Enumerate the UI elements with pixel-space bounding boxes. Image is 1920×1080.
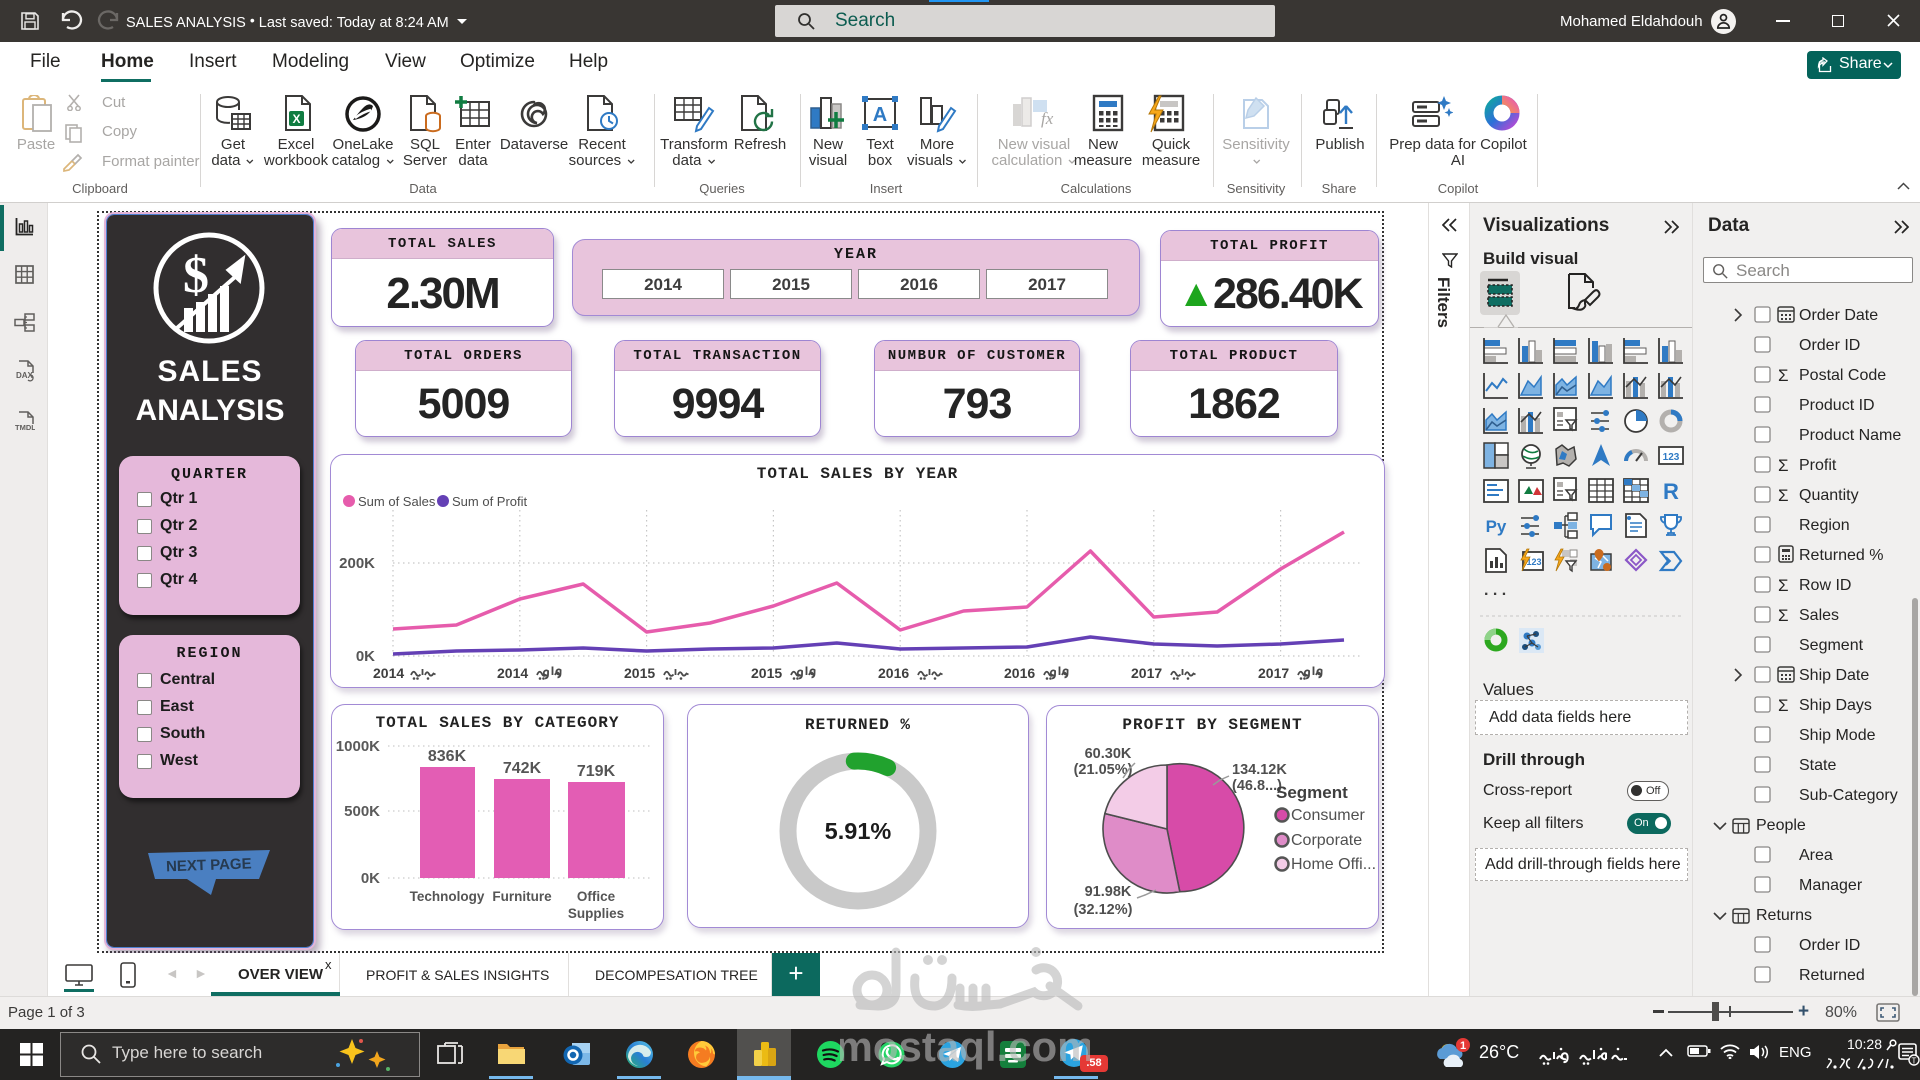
svg-text:Segment: Segment: [1799, 637, 1864, 654]
svg-text:Sum of Sales: Sum of Sales: [358, 494, 436, 509]
svg-text:Ship Mode: Ship Mode: [1799, 727, 1876, 744]
svg-text:Product Name: Product Name: [1799, 427, 1901, 444]
svg-text:X: X: [292, 112, 300, 126]
svg-text:Sales: Sales: [1799, 607, 1839, 624]
svg-text:2017: 2017: [1131, 665, 1162, 681]
svg-text:Postal Code: Postal Code: [1799, 367, 1886, 384]
svg-text:Returned %: Returned %: [1799, 547, 1884, 564]
svg-text:Σ: Σ: [1778, 486, 1789, 505]
svg-text:Row ID: Row ID: [1799, 577, 1851, 594]
svg-text:(46.8...): (46.8...): [1232, 778, 1282, 794]
svg-text:2016: 2016: [878, 665, 909, 681]
svg-text:Σ: Σ: [1778, 366, 1789, 385]
svg-text:Order ID: Order ID: [1799, 337, 1860, 354]
svg-text:People: People: [1756, 817, 1806, 834]
svg-text:Ship Days: Ship Days: [1799, 697, 1872, 714]
svg-text:Product ID: Product ID: [1799, 397, 1875, 414]
svg-text:742K: 742K: [503, 760, 542, 777]
svg-text:Σ: Σ: [1778, 696, 1789, 715]
svg-text:Profit: Profit: [1799, 457, 1837, 474]
svg-text:134.12K: 134.12K: [1232, 762, 1287, 778]
svg-text:0K: 0K: [361, 870, 380, 887]
svg-text:Sub-Category: Sub-Category: [1799, 787, 1898, 804]
svg-text:Office: Office: [577, 889, 616, 904]
svg-text:Furniture: Furniture: [492, 889, 552, 904]
svg-text:2015: 2015: [624, 665, 655, 681]
svg-text:(32.12%): (32.12%): [1074, 902, 1133, 918]
svg-text:Σ: Σ: [1778, 606, 1789, 625]
svg-text:Order Date: Order Date: [1799, 307, 1878, 324]
svg-text:2014: 2014: [497, 665, 528, 681]
svg-text:mostaql.com: mostaql.com: [840, 1023, 1090, 1070]
svg-text:Sum of Profit: Sum of Profit: [452, 494, 528, 509]
svg-text:Area: Area: [1799, 847, 1833, 864]
svg-text:State: State: [1799, 757, 1836, 774]
svg-text:NEXT PAGE: NEXT PAGE: [166, 855, 252, 875]
svg-text:T: T: [1912, 1057, 1917, 1066]
svg-text:Segment: Segment: [1276, 783, 1348, 802]
svg-text:Returned: Returned: [1799, 967, 1865, 984]
svg-text:Home Offi...: Home Offi...: [1291, 856, 1376, 873]
svg-text:Σ: Σ: [1778, 576, 1789, 595]
svg-text:Technology: Technology: [410, 889, 485, 904]
svg-text:Manager: Manager: [1799, 877, 1863, 894]
svg-text:$: $: [183, 247, 209, 304]
svg-text:A: A: [873, 104, 887, 126]
svg-text:. . .: . . .: [1484, 582, 1506, 599]
svg-text:0K: 0K: [356, 648, 375, 665]
svg-text:5.91%: 5.91%: [825, 818, 892, 844]
svg-text:Supplies: Supplies: [568, 906, 624, 921]
svg-text:2014: 2014: [373, 665, 404, 681]
svg-text:500K: 500K: [344, 803, 380, 820]
svg-text:2015: 2015: [751, 665, 782, 681]
svg-text:200K: 200K: [339, 555, 375, 572]
svg-text:2017: 2017: [1258, 665, 1289, 681]
svg-text:Region: Region: [1799, 517, 1850, 534]
svg-text:836K: 836K: [428, 748, 467, 765]
svg-text:Ship Date: Ship Date: [1799, 667, 1869, 684]
svg-text:fx: fx: [1041, 109, 1054, 128]
svg-text:Quantity: Quantity: [1799, 487, 1859, 504]
svg-text:Returns: Returns: [1756, 907, 1812, 924]
svg-text:1: 1: [1460, 1040, 1466, 1052]
svg-text:TMDL: TMDL: [15, 423, 35, 432]
svg-text:2016: 2016: [1004, 665, 1035, 681]
svg-text:Σ: Σ: [1778, 456, 1789, 475]
svg-text:Consumer: Consumer: [1291, 807, 1365, 824]
svg-text:91.98K: 91.98K: [1085, 884, 1132, 900]
svg-text:60.30K: 60.30K: [1085, 746, 1132, 762]
svg-text:719K: 719K: [577, 763, 616, 780]
svg-text:Corporate: Corporate: [1291, 832, 1362, 849]
svg-text:Order ID: Order ID: [1799, 937, 1860, 954]
svg-text:1000K: 1000K: [336, 738, 380, 755]
